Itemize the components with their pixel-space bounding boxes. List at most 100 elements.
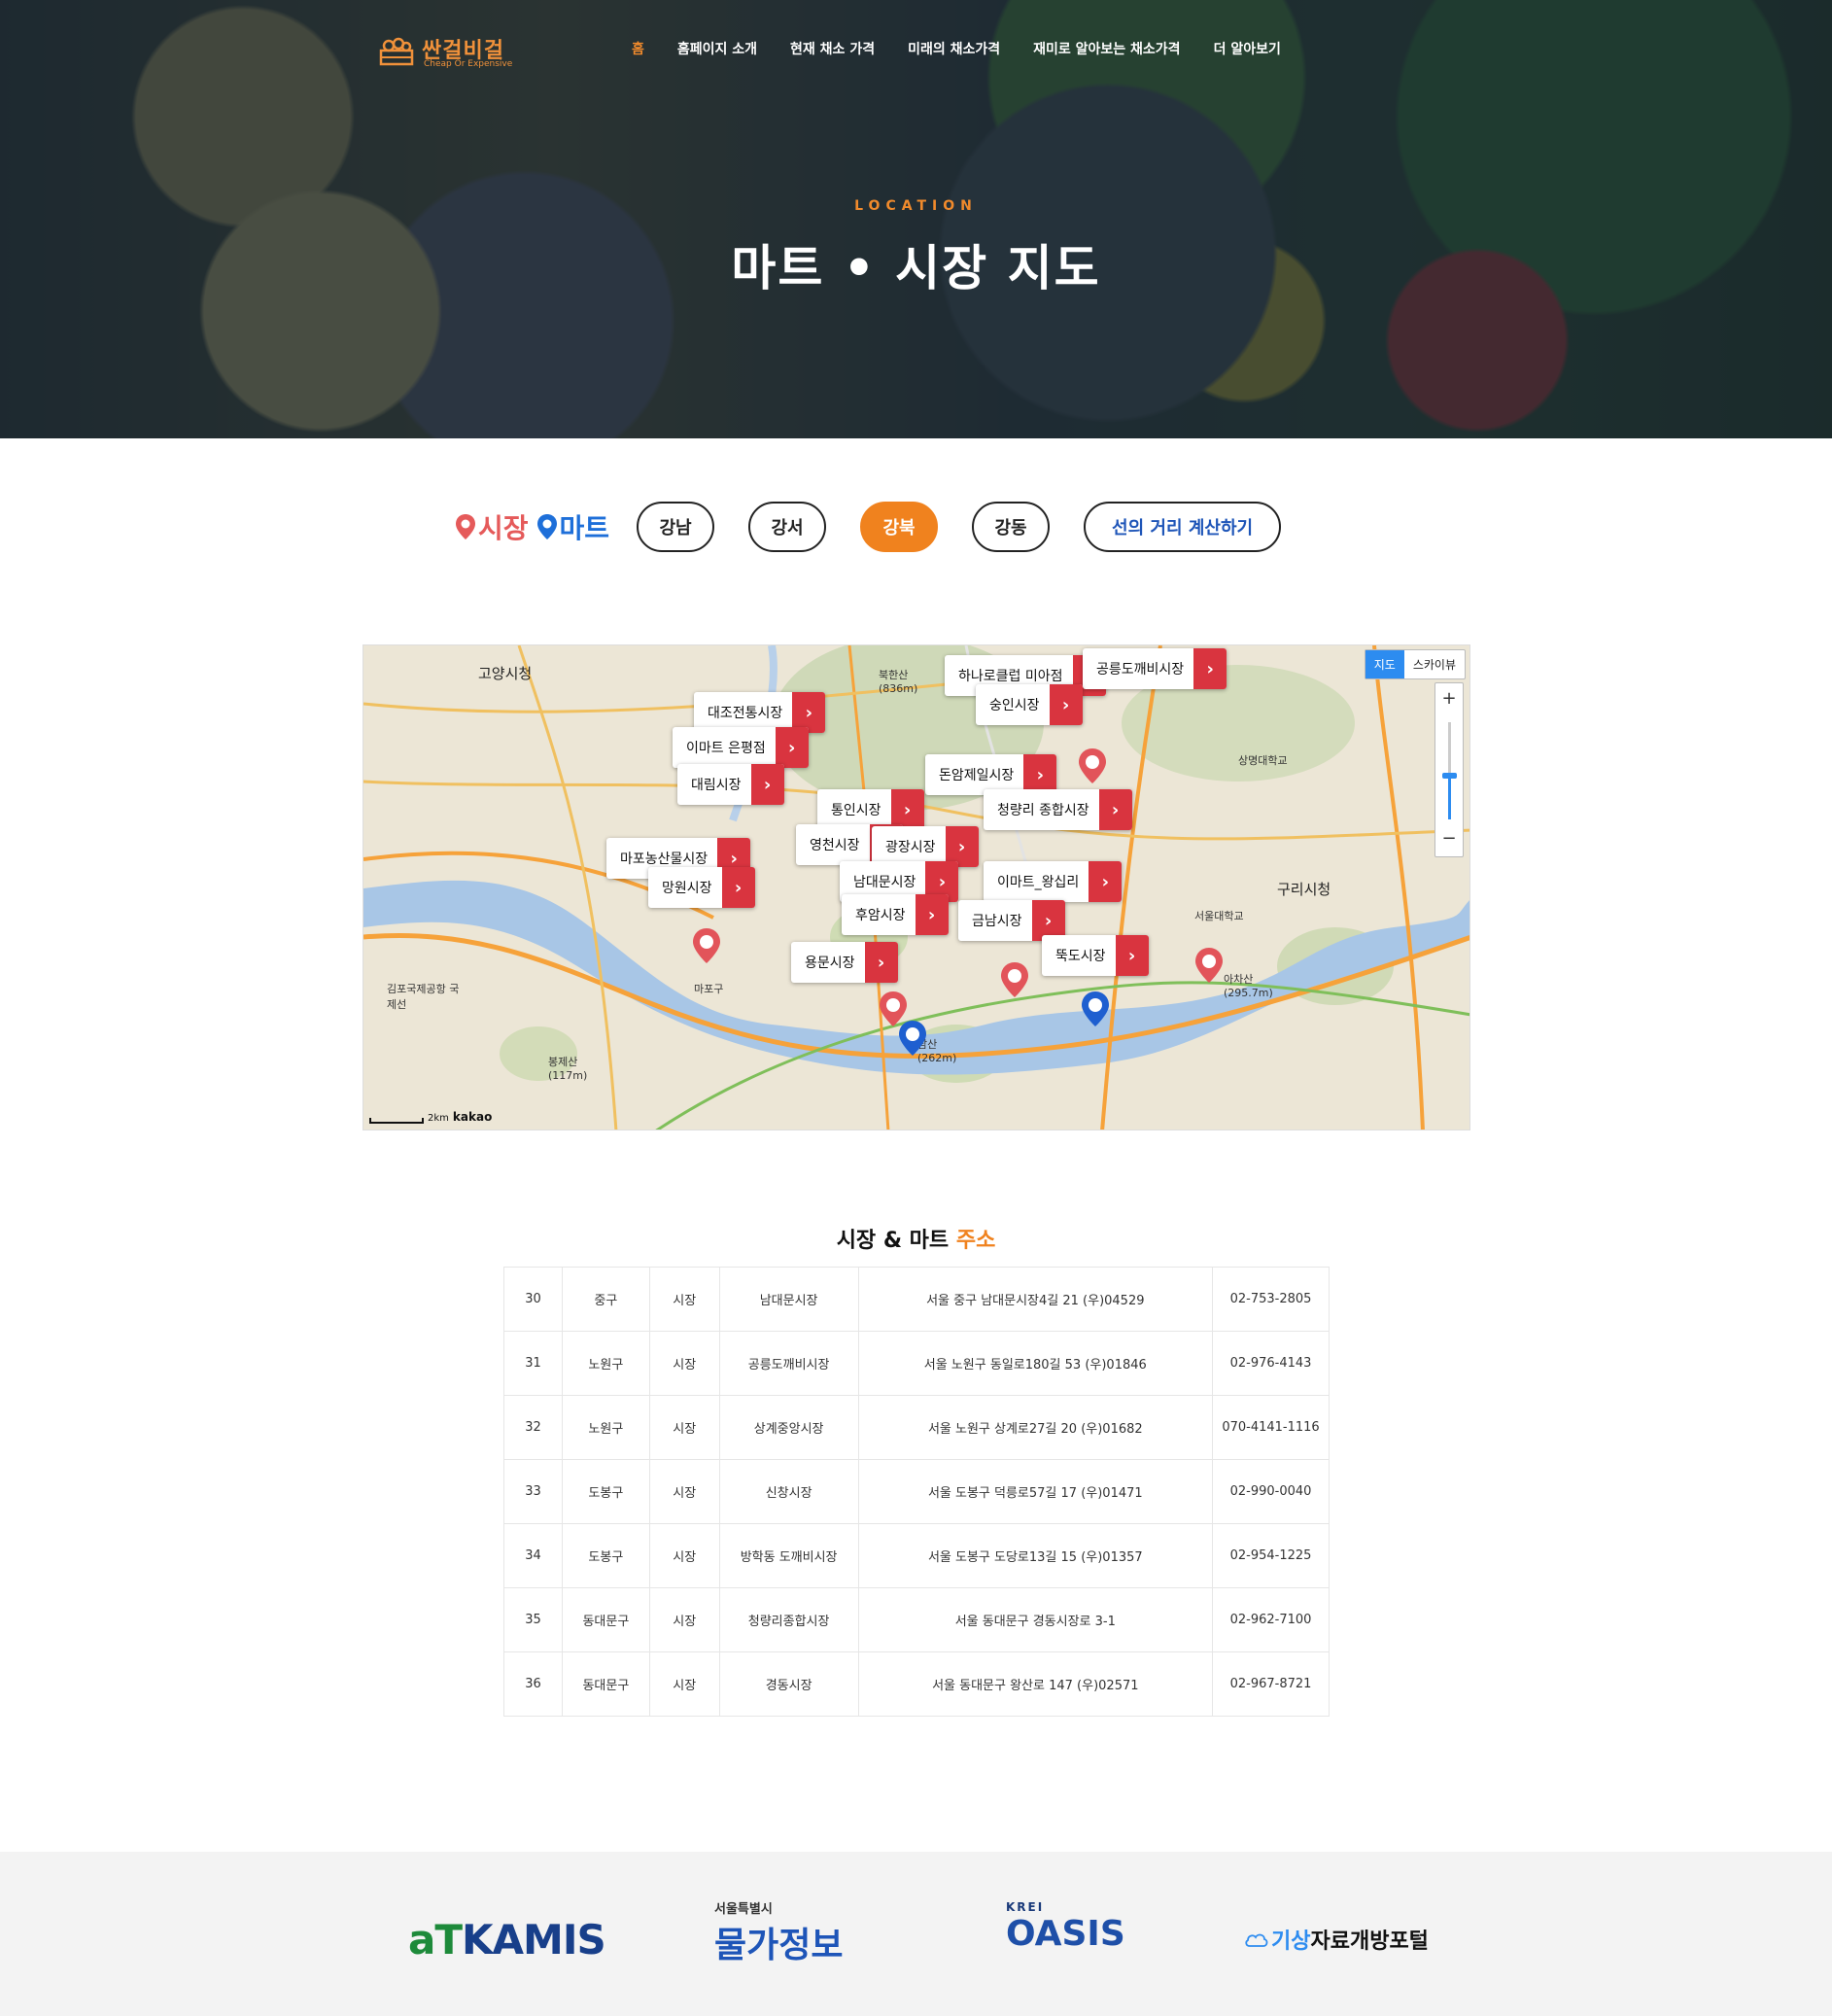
hero-eyebrow: LOCATION	[854, 198, 978, 214]
map-callout[interactable]: 대림시장 ›	[677, 764, 784, 805]
kamis-logo-at: aT	[408, 1915, 463, 1964]
map-callout[interactable]: 이마트_왕십리 ›	[984, 861, 1123, 902]
page-title: 마트 • 시장 지도	[731, 240, 1101, 296]
zoom-level-fill	[1448, 777, 1451, 819]
region-button-gangnam[interactable]: 강남	[637, 502, 715, 552]
row-district: 중구	[561, 1267, 650, 1332]
row-district: 노원구	[561, 1331, 650, 1396]
kamis-logo-text: KAMIS	[462, 1915, 606, 1964]
chevron-right-icon[interactable]: ›	[1098, 789, 1132, 830]
partner-footer: aT KAMIS 서울특별시 물가정보 KREI OASIS 기상 자료개방포털	[0, 1852, 1832, 2016]
map-type-skyview-button[interactable]: 스카이뷰	[1404, 650, 1465, 678]
market-pin-icon[interactable]	[1000, 961, 1029, 998]
chevron-right-icon[interactable]: ›	[1089, 861, 1123, 902]
region-button-gangdong[interactable]: 강동	[972, 502, 1051, 552]
nav-current-price[interactable]: 현재 채소 가격	[790, 39, 875, 58]
chevron-right-icon[interactable]: ›	[775, 727, 809, 768]
map-callout[interactable]: 청량리 종합시장 ›	[984, 789, 1132, 830]
row-name: 경동시장	[718, 1651, 859, 1717]
market-pin-icon[interactable]	[692, 927, 721, 964]
seoul-logo-small: 서울특별시	[714, 1902, 773, 1917]
nav-more[interactable]: 더 알아보기	[1214, 39, 1281, 58]
distance-calc-button[interactable]: 선의 거리 계산하기	[1084, 502, 1282, 552]
chevron-right-icon[interactable]: ›	[864, 942, 898, 983]
map-callout[interactable]: 뚝도시장 ›	[1042, 935, 1149, 976]
market-pin-icon	[456, 514, 475, 539]
nav-about[interactable]: 홈페이지 소개	[677, 39, 757, 58]
mart-pin-icon[interactable]	[1081, 991, 1110, 1027]
row-number: 31	[503, 1331, 563, 1396]
chevron-right-icon[interactable]: ›	[750, 764, 784, 805]
map-label-sangmyung: 상명대학교	[1238, 754, 1288, 767]
weather-portal-logo-link[interactable]: 기상 자료개방포털	[1244, 1910, 1429, 1968]
market-pin-icon[interactable]	[1078, 747, 1107, 784]
oasis-logo-link[interactable]: KREI OASIS	[1006, 1900, 1125, 1959]
map-callout[interactable]: 공릉도깨비시장 ›	[1083, 648, 1227, 689]
row-type: 시장	[648, 1459, 720, 1524]
map-callout[interactable]: 숭인시장 ›	[976, 684, 1083, 725]
zoom-in-button[interactable]: +	[1435, 685, 1463, 713]
row-address: 서울 중구 남대문시장4길 21 (우)04529	[857, 1267, 1214, 1332]
address-table: 30 중구 시장 남대문시장 서울 중구 남대문시장4길 21 (우)04529…	[503, 1267, 1330, 1717]
row-name: 신창시장	[718, 1459, 859, 1524]
map-callout[interactable]: 용문시장 ›	[791, 942, 898, 983]
zoom-out-button[interactable]: −	[1435, 825, 1463, 852]
map-callout[interactable]: 후암시장 ›	[842, 894, 949, 935]
table-row: 32 노원구 시장 상계중앙시장 서울 노원구 상계로27길 20 (우)016…	[503, 1395, 1330, 1460]
row-phone: 02-753-2805	[1212, 1267, 1330, 1332]
map-callout[interactable]: 망원시장 ›	[648, 867, 755, 908]
kamis-logo-link[interactable]: aT KAMIS	[408, 1910, 606, 1968]
chevron-right-icon[interactable]: ›	[721, 867, 755, 908]
row-district: 동대문구	[561, 1587, 650, 1652]
row-number: 32	[503, 1395, 563, 1460]
market-pin-icon[interactable]	[1194, 947, 1224, 984]
row-phone: 02-962-7100	[1212, 1587, 1330, 1652]
row-phone: 02-976-4143	[1212, 1331, 1330, 1396]
nav-fun-price[interactable]: 재미로 알아보는 채소가격	[1033, 39, 1180, 58]
nav-future-price[interactable]: 미래의 채소가격	[908, 39, 1000, 58]
row-type: 시장	[648, 1651, 720, 1717]
row-address: 서울 동대문구 경동시장로 3-1	[857, 1587, 1214, 1652]
kakao-logo[interactable]: kakao	[453, 1110, 492, 1124]
scale-bar	[369, 1118, 424, 1124]
map-callout[interactable]: 이마트 은평점 ›	[673, 727, 809, 768]
row-phone: 02-954-1225	[1212, 1523, 1330, 1588]
zoom-handle[interactable]	[1442, 773, 1457, 779]
seoul-price-logo-link[interactable]: 서울특별시 물가정보	[714, 1898, 843, 1965]
address-title-main: 시장 & 마트	[836, 1229, 950, 1253]
nav-home[interactable]: 홈	[632, 39, 644, 58]
weather-logo-a: 기상	[1271, 1929, 1311, 1954]
mart-pin-icon[interactable]	[898, 1020, 927, 1057]
address-section-title: 시장 & 마트 주소	[0, 1223, 1832, 1254]
market-map[interactable]: 고양시청 구리시청 마포구 아차산 (295.7m) 북한산 (836m) 봉제…	[363, 644, 1470, 1130]
chevron-right-icon[interactable]: ›	[1115, 935, 1149, 976]
table-row: 33 도봉구 시장 신창시장 서울 도봉구 덕릉로57길 17 (우)01471…	[503, 1459, 1330, 1524]
map-label-guri: 구리시청	[1277, 881, 1331, 898]
map-label-achasan: 아차산 (295.7m)	[1224, 973, 1273, 999]
chevron-right-icon[interactable]: ›	[1193, 648, 1227, 689]
legend-market-label: 시장	[478, 512, 529, 544]
legend-mart-label: 마트	[559, 512, 610, 544]
legend-mart: 마트	[536, 507, 610, 546]
region-button-gangbuk[interactable]: 강북	[860, 502, 939, 552]
row-district: 노원구	[561, 1395, 650, 1460]
basket-icon	[379, 37, 414, 66]
site-logo[interactable]: 싼걸비걸 Cheap Or Expensive	[379, 33, 525, 72]
row-type: 시장	[648, 1523, 720, 1588]
row-phone: 070-4141-1116	[1212, 1395, 1330, 1460]
oasis-logo-big: OASIS	[1006, 1914, 1125, 1954]
map-type-map-button[interactable]: 지도	[1365, 650, 1404, 678]
map-legend: 시장 마트	[455, 507, 617, 546]
chevron-right-icon[interactable]: ›	[915, 894, 949, 935]
row-district: 도봉구	[561, 1459, 650, 1524]
row-type: 시장	[648, 1331, 720, 1396]
cloud-icon	[1245, 1933, 1268, 1947]
logo-subtitle: Cheap Or Expensive	[424, 59, 513, 69]
region-button-gangseo[interactable]: 강서	[748, 502, 827, 552]
chevron-right-icon[interactable]: ›	[1049, 684, 1083, 725]
row-type: 시장	[648, 1267, 720, 1332]
row-address: 서울 동대문구 왕산로 147 (우)02571	[857, 1651, 1214, 1717]
row-number: 36	[503, 1651, 563, 1717]
row-phone: 02-967-8721	[1212, 1651, 1330, 1717]
row-address: 서울 도봉구 덕릉로57길 17 (우)01471	[857, 1459, 1214, 1524]
